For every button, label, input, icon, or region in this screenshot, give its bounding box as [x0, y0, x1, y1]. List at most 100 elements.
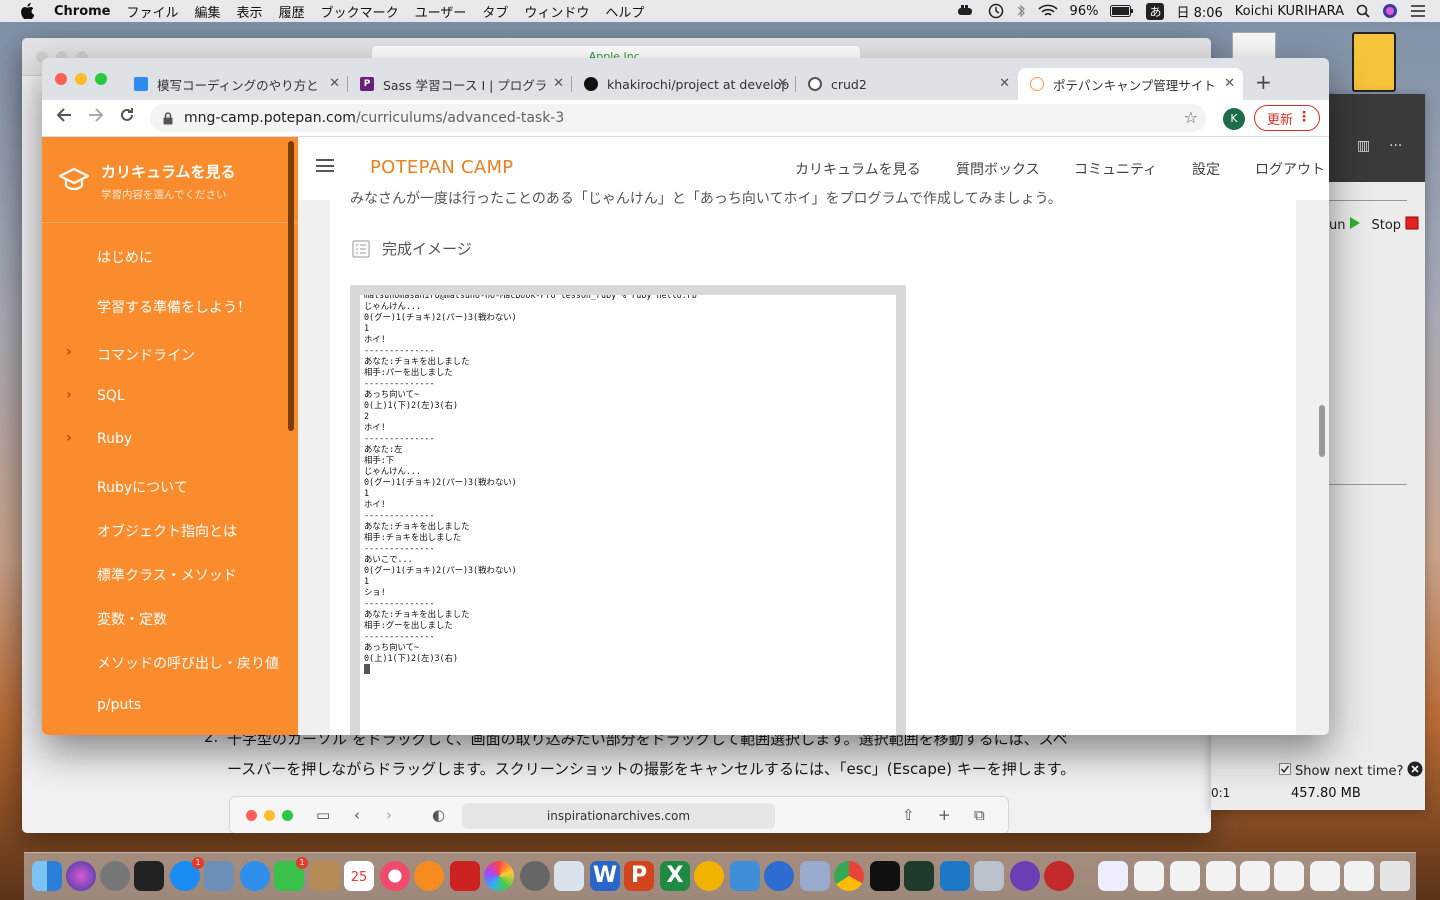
tab-close-icon[interactable]: ✕: [999, 76, 1010, 91]
teams-icon[interactable]: [730, 861, 760, 891]
panel-split-icon[interactable]: ▥: [1357, 138, 1370, 154]
network-icon[interactable]: [764, 861, 794, 891]
chevron-right-icon[interactable]: ›: [66, 430, 72, 446]
window-thumbnail-icon[interactable]: [1274, 861, 1304, 891]
menu-window[interactable]: ウィンドウ: [524, 2, 589, 21]
sidebar-item-standard-class[interactable]: 標準クラス・メソッド: [97, 565, 237, 585]
wifi-icon[interactable]: [1037, 4, 1058, 18]
safari-new-tab-icon[interactable]: +: [938, 806, 951, 824]
app-store-icon[interactable]: 1: [170, 857, 204, 891]
menu-history[interactable]: 履歴: [279, 2, 305, 21]
sidebar-scrollbar[interactable]: [288, 141, 294, 431]
chevron-right-icon[interactable]: ›: [66, 344, 72, 360]
menu-bookmarks[interactable]: ブックマーク: [321, 2, 399, 21]
hamburger-menu-icon[interactable]: [316, 159, 334, 172]
tab-close-icon[interactable]: ✕: [329, 76, 340, 91]
calendar-icon[interactable]: 25: [344, 861, 374, 891]
siri-icon[interactable]: [1382, 3, 1398, 19]
safari-forward-icon[interactable]: ›: [386, 806, 392, 824]
tab-potepan-active[interactable]: ポテパンキャンプ管理サイト ✕: [1018, 68, 1243, 100]
lock-icon[interactable]: [162, 111, 174, 125]
docker-icon[interactable]: [956, 4, 976, 18]
window-thumbnail-icon[interactable]: [1240, 861, 1270, 891]
document-stack-icon[interactable]: [1134, 861, 1164, 891]
disk-utility-icon[interactable]: [974, 861, 1004, 891]
messages-icon[interactable]: 1: [274, 857, 308, 891]
photo-booth-icon[interactable]: [450, 861, 480, 891]
safari-minimize-button[interactable]: [264, 810, 275, 821]
desktop-beer-file-icon[interactable]: [1352, 32, 1396, 92]
menubar-clock[interactable]: 日 8:06: [1176, 2, 1222, 21]
nav-curriculum[interactable]: カリキュラムを見る: [795, 159, 921, 179]
sidebar-item-intro[interactable]: はじめに: [97, 247, 153, 267]
trash-icon[interactable]: [1380, 861, 1410, 891]
window-zoom-button[interactable]: [95, 73, 107, 85]
run-label[interactable]: un: [1329, 218, 1345, 233]
safari-sidebar-icon[interactable]: ▭: [316, 806, 330, 824]
safari-back-icon[interactable]: ‹: [354, 806, 360, 824]
menu-view[interactable]: 表示: [237, 2, 263, 21]
bookmark-star-icon[interactable]: ☆: [1184, 108, 1198, 127]
terminal-icon[interactable]: [870, 861, 900, 891]
sidebar-item-ruby[interactable]: Ruby: [97, 431, 132, 447]
vscode-icon[interactable]: [940, 861, 970, 891]
tab-close-icon[interactable]: ✕: [777, 76, 788, 91]
tab-crud2[interactable]: crud2 ✕: [796, 68, 1018, 100]
safari-close-button[interactable]: [246, 810, 257, 821]
safari-dock-icon[interactable]: [240, 861, 270, 891]
safari-shield-icon[interactable]: ◐: [432, 806, 445, 824]
panel-more-icon[interactable]: ···: [1389, 138, 1402, 154]
sidebar-item-about-ruby[interactable]: Rubyについて: [97, 477, 188, 497]
system-preferences-icon[interactable]: [520, 861, 550, 891]
window-thumbnail-icon[interactable]: [1310, 861, 1340, 891]
sidebar-item-sql[interactable]: SQL: [97, 388, 125, 404]
back-arrow-icon[interactable]: [56, 107, 72, 128]
nav-question-box[interactable]: 質問ボックス: [956, 159, 1040, 179]
stop-square-icon[interactable]: [1405, 216, 1419, 234]
window-thumbnail-icon[interactable]: [1344, 861, 1374, 891]
document-stack-icon[interactable]: [1206, 861, 1236, 891]
github-desktop-icon[interactable]: [1010, 861, 1040, 891]
bluetooth-icon[interactable]: [1016, 3, 1026, 19]
battery-icon[interactable]: [1110, 5, 1134, 17]
sidebar-item-variables[interactable]: 変数・定数: [97, 609, 167, 629]
console-icon[interactable]: [904, 861, 934, 891]
spotlight-search-icon[interactable]: [1356, 4, 1370, 18]
stop-label[interactable]: Stop: [1371, 218, 1401, 233]
tab-github-project[interactable]: khakirochi/project at develop ✕: [572, 68, 796, 100]
show-next-time-checkbox[interactable]: [1279, 763, 1291, 779]
menubar-app-name[interactable]: Chrome: [54, 4, 111, 19]
folder-stack-icon[interactable]: [1098, 861, 1128, 891]
window-close-button[interactable]: [55, 73, 67, 85]
sidebar-item-command-line[interactable]: コマンドライン: [97, 345, 195, 365]
input-method-indicator[interactable]: あ: [1146, 2, 1165, 20]
menu-tab[interactable]: タブ: [482, 2, 508, 21]
menubar-user[interactable]: Koichi KURIHARA: [1235, 4, 1344, 19]
menu-people[interactable]: ユーザー: [415, 2, 467, 21]
sidebar-item-oop[interactable]: オブジェクト指向とは: [97, 521, 237, 541]
books-icon[interactable]: [414, 861, 444, 891]
safari-share-icon[interactable]: ⇧: [902, 806, 915, 824]
activity-monitor-icon[interactable]: [134, 861, 164, 891]
safari-zoom-button[interactable]: [282, 810, 293, 821]
close-circle-icon[interactable]: [1407, 761, 1423, 781]
update-button[interactable]: 更新 ⋮: [1254, 105, 1320, 131]
address-bar[interactable]: mng-camp.potepan.com /curriculums/advanc…: [150, 104, 1206, 132]
menu-file[interactable]: ファイル: [127, 2, 179, 21]
tab-close-icon[interactable]: ✕: [553, 76, 564, 91]
preview-icon[interactable]: [204, 861, 234, 891]
nav-community[interactable]: コミュニティ: [1074, 159, 1157, 179]
music-icon[interactable]: [380, 861, 410, 891]
chrome-dock-icon[interactable]: [834, 861, 864, 891]
menu-help[interactable]: ヘルプ: [605, 2, 644, 21]
sidebar-item-p-puts[interactable]: p/puts: [97, 697, 141, 713]
run-play-icon[interactable]: [1349, 216, 1361, 234]
maps-icon[interactable]: [554, 861, 584, 891]
sidebar-item-method-call[interactable]: メソッドの呼び出し・戻り値: [97, 653, 279, 673]
finder-icon[interactable]: [32, 861, 62, 891]
sidebar-header[interactable]: カリキュラムを見る 学習内容を選んでください: [42, 137, 298, 223]
menu-edit[interactable]: 編集: [195, 2, 221, 21]
chevron-right-icon[interactable]: ›: [66, 387, 72, 403]
safari-tabs-icon[interactable]: ⧉: [974, 806, 985, 824]
time-machine-icon[interactable]: [988, 3, 1004, 19]
